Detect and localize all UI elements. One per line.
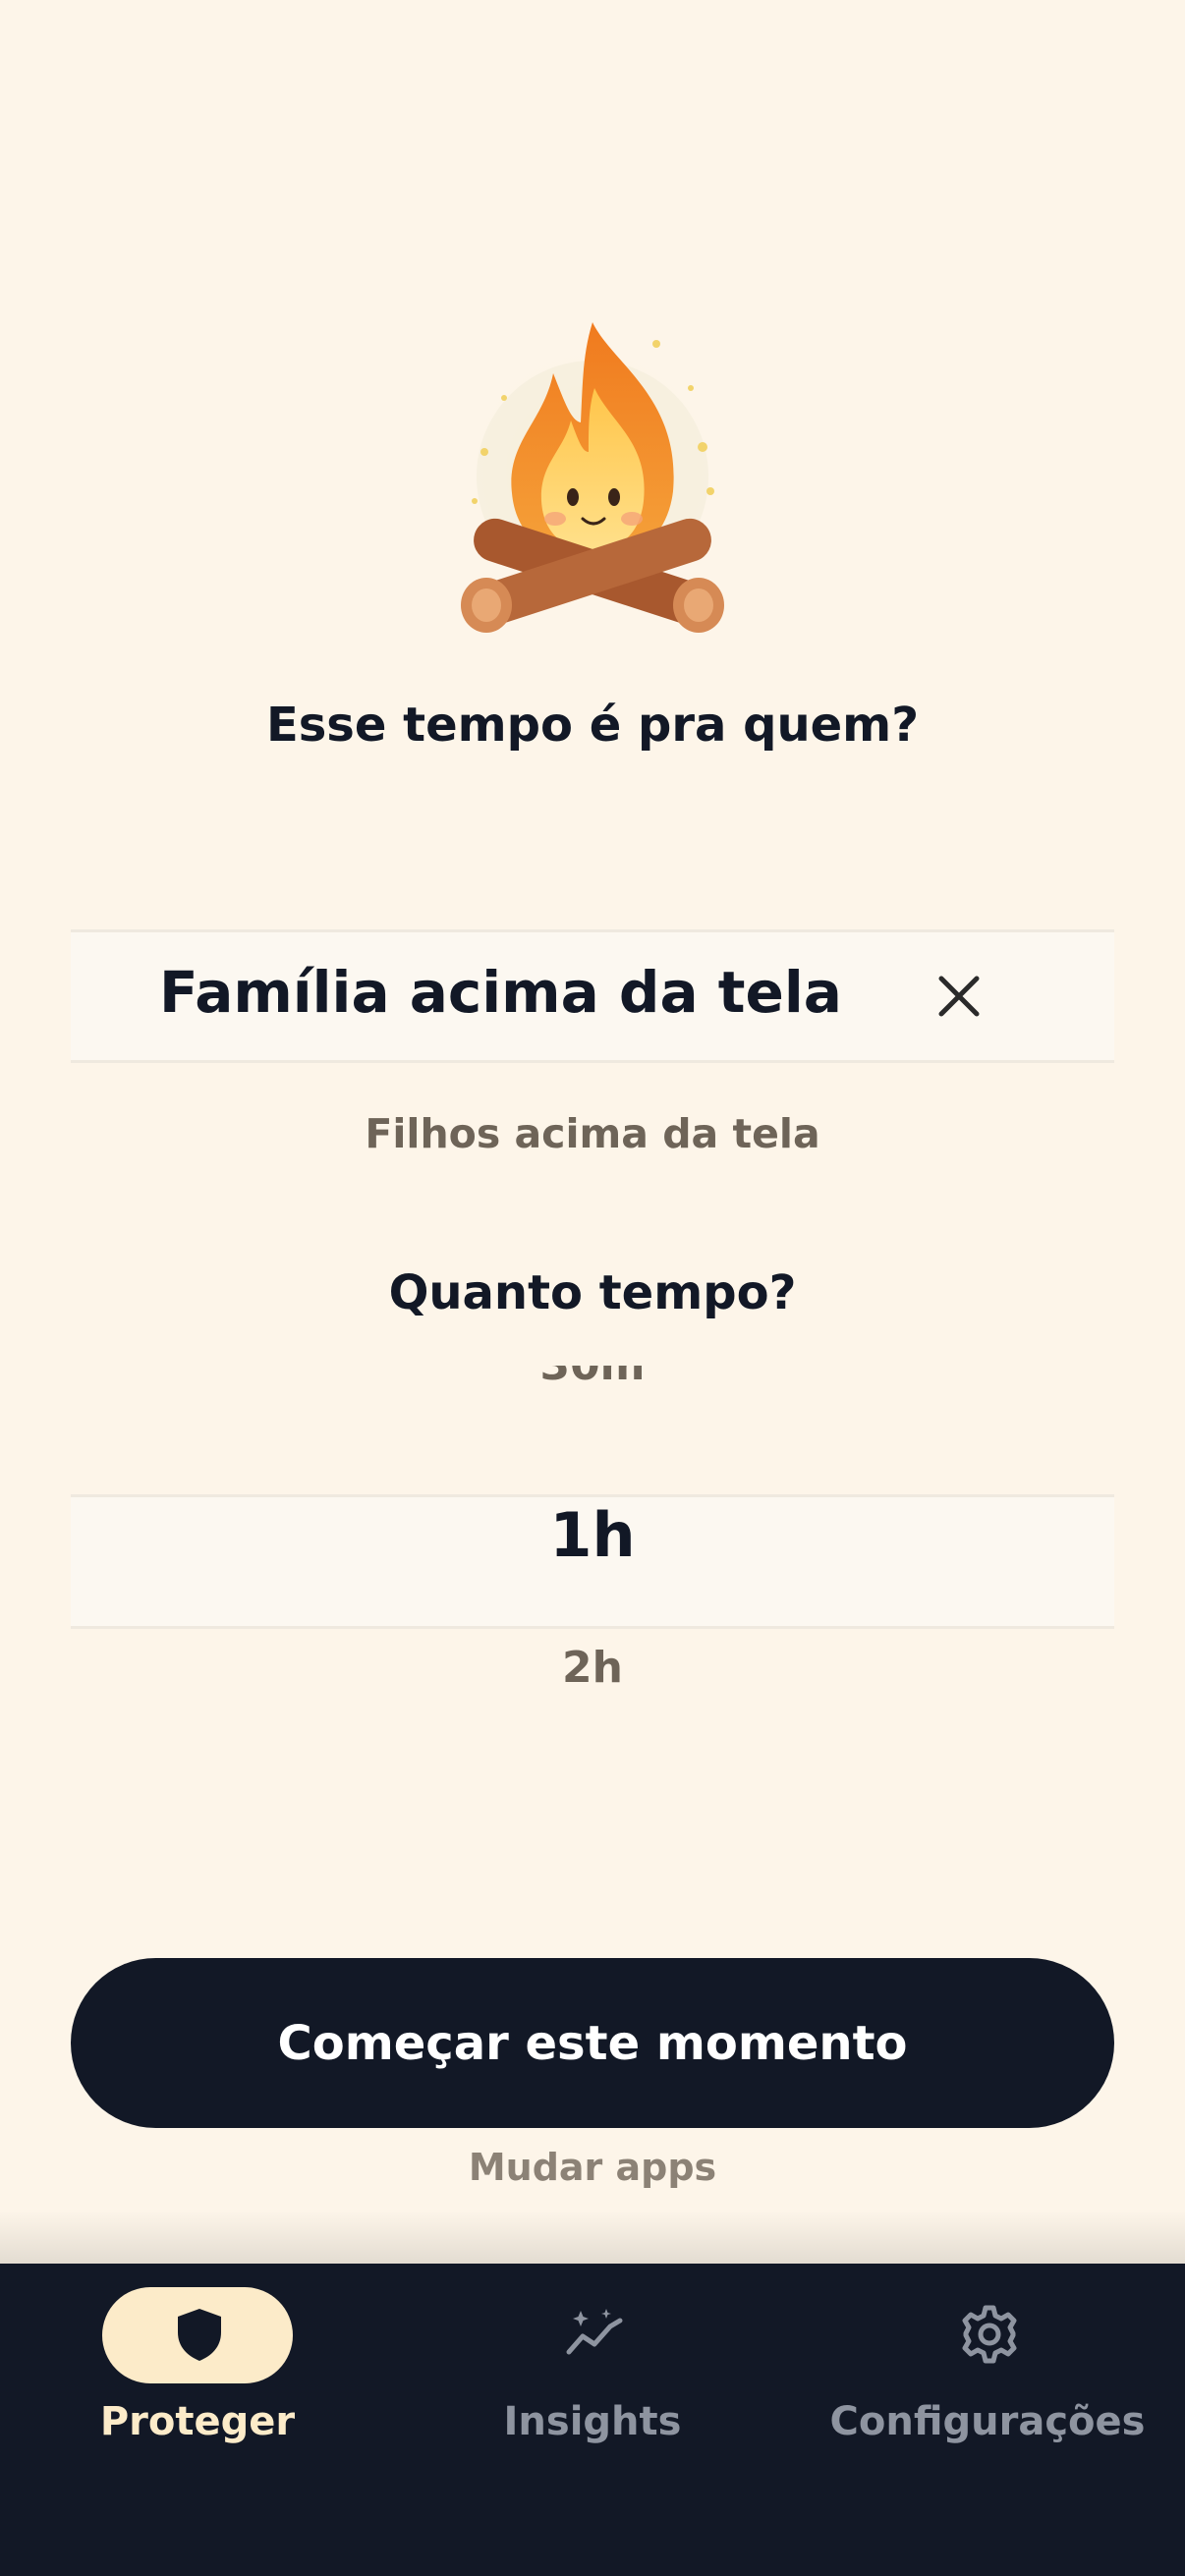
start-moment-button[interactable]: Começar este momento <box>71 1958 1114 2128</box>
change-apps-link[interactable]: Mudar apps <box>0 2146 1185 2189</box>
tab-protect-label: Proteger <box>99 2399 296 2444</box>
time-picker-selected-option[interactable]: 1h <box>0 1499 1185 1571</box>
bottom-tab-bar: Proteger Insights Configurações <box>0 2264 1185 2576</box>
time-picker-next-option[interactable]: 2h <box>0 1643 1185 1693</box>
tab-settings[interactable]: Configurações <box>790 2264 1185 2480</box>
shield-icon <box>178 2309 221 2361</box>
clear-selection-icon[interactable] <box>928 965 990 1028</box>
who-picker-selected-option[interactable]: Família acima da tela <box>159 959 842 1026</box>
campfire-mascot-illustration <box>461 322 724 633</box>
tab-protect[interactable]: Proteger <box>0 2264 395 2480</box>
gear-icon <box>962 2305 1017 2364</box>
time-question-heading: Quanto tempo? <box>388 1265 797 1320</box>
tab-insights-label: Insights <box>503 2399 682 2444</box>
sparkle-chart-icon <box>566 2309 623 2355</box>
time-picker-previous-label: 30m <box>0 1366 1185 1390</box>
tab-settings-label: Configurações <box>829 2399 1146 2444</box>
tab-insights[interactable]: Insights <box>395 2264 790 2480</box>
who-question-heading: Esse tempo é pra quem? <box>265 698 920 753</box>
who-picker-next-option[interactable]: Filhos acima da tela <box>0 1110 1185 1157</box>
time-picker-previous-option[interactable]: 30m <box>0 1366 1185 1413</box>
tabbar-shadow <box>0 2211 1185 2264</box>
